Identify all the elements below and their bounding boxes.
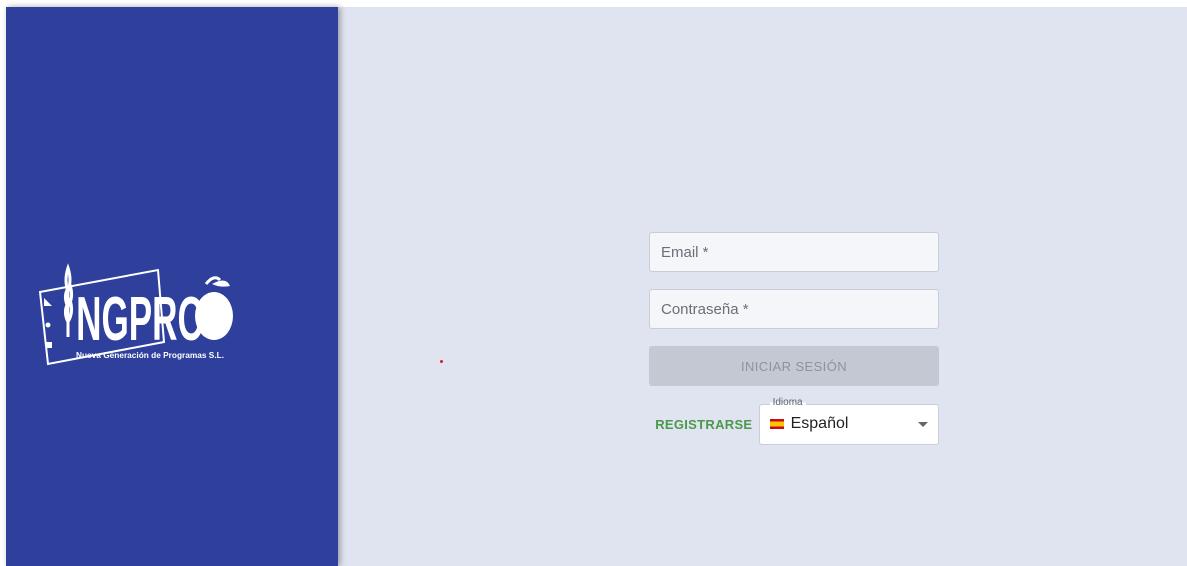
app-frame: NGPRO Nueva Generación de Programas S.L.… (6, 7, 1187, 566)
language-value: Español (790, 415, 849, 432)
login-button[interactable]: INICIAR SESIÓN (649, 346, 939, 386)
register-link[interactable]: REGISTRARSE (649, 417, 759, 432)
email-input[interactable] (661, 243, 927, 261)
company-logo: NGPRO Nueva Generación de Programas S.L. (34, 262, 234, 382)
login-form: INICIAR SESIÓN REGISTRARSE Idioma Españo… (649, 232, 939, 445)
language-legend: Idioma (769, 396, 806, 408)
stray-dot (440, 360, 443, 363)
svg-text:Nueva Generación de Programas: Nueva Generación de Programas S.L. (76, 350, 224, 360)
form-footer: REGISTRARSE Idioma Español (649, 396, 939, 445)
brand-panel: NGPRO Nueva Generación de Programas S.L. (6, 7, 338, 566)
password-field-wrapper (649, 289, 939, 329)
login-panel: INICIAR SESIÓN REGISTRARSE Idioma Españo… (338, 7, 1187, 566)
password-input[interactable] (661, 300, 927, 318)
email-field-wrapper (649, 232, 939, 272)
language-select[interactable]: Idioma Español (758, 396, 939, 445)
chevron-down-icon (918, 421, 928, 427)
svg-text:NGPRO: NGPRO (76, 284, 205, 353)
spain-flag-icon (769, 419, 784, 429)
